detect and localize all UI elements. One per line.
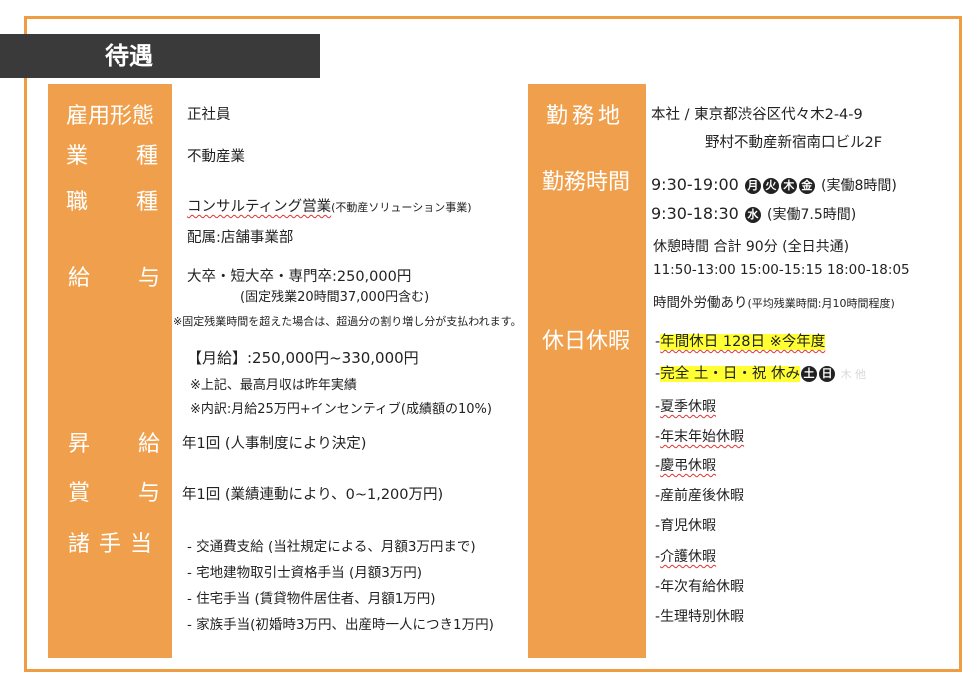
kyujitsu-item-text: 年末年始休暇 xyxy=(660,429,745,445)
line2-time: 9:30-18:30 xyxy=(651,204,739,223)
overtime-note: (平均残業時間:月10時間程度) xyxy=(747,297,895,310)
section-header: 待遇 xyxy=(0,34,320,78)
value-shokyu: 年1回 (人事制度により決定) xyxy=(182,436,367,452)
label-shoyo-b: 与 xyxy=(137,481,160,506)
label-teate: 諸手当 xyxy=(68,532,162,557)
teate-item: - 住宅手当 (賃貸物件居住者、月額1万円) xyxy=(187,591,436,607)
shokushu-sub: (不動産ソリューション事業) xyxy=(331,201,472,214)
day-badge: 水 xyxy=(744,206,761,223)
line2-note: (実働7.5時間) xyxy=(767,207,857,223)
day-badge: 土 xyxy=(800,366,817,382)
kyujitsu-item-text: 慶弔休暇 xyxy=(660,458,717,474)
kyujitsu-annual: -年間休日 128日 ※今年度 xyxy=(655,334,826,350)
day-badge: 火 xyxy=(762,177,779,194)
label-kyuyo-a: 給 xyxy=(68,266,91,291)
teate-item: - 家族手当(初婚時3万円、出産時一人につき1万円) xyxy=(187,617,494,633)
label-shokushu-b: 種 xyxy=(135,190,158,215)
day-badge: 金 xyxy=(798,177,815,194)
label-shokushu: 職 種 xyxy=(66,190,158,216)
value-koyo: 正社員 xyxy=(187,107,231,123)
overtime: 時間外労働あり(平均残業時間:月10時間程度) xyxy=(653,294,895,313)
left-label-column: 雇用形態 業 種 職 種 給 与 昇 給 賞 与 諸手当 xyxy=(48,84,172,658)
right-label-column: 勤務地 勤務時間 休日休暇 xyxy=(528,84,646,658)
kyujitsu-item: -年末年始休暇 xyxy=(655,429,745,445)
value-kyuyo-note: ※固定残業時間を超えた場合は、超過分の割り増し分が支払われます。 xyxy=(173,315,522,328)
ghost-text: 木 他 xyxy=(840,368,867,381)
kinmujikan-line1: 9:30-19:00 月火木金 (実働8時間) xyxy=(651,176,897,195)
label-gyoshu-a: 業 xyxy=(66,144,89,169)
label-shokyu: 昇 給 xyxy=(68,432,160,458)
day-badge: 日 xyxy=(818,366,835,382)
label-shokyu-a: 昇 xyxy=(68,432,91,457)
kyujitsu-item: -生理特別休暇 xyxy=(655,609,745,625)
value-shokushu: コンサルティング営業(不動産ソリューション事業) xyxy=(187,198,472,217)
kyujitsu-item: -夏季休暇 xyxy=(655,399,717,415)
teate-item: - 交通費支給 (当社規定による、月額3万円まで) xyxy=(187,539,476,555)
line1-time: 9:30-19:00 xyxy=(651,175,739,194)
value-gyoshu: 不動産業 xyxy=(187,149,245,165)
kyujitsu-item: -産前産後休暇 xyxy=(655,488,745,504)
day-badge: 木 xyxy=(780,177,797,194)
kinmujikan-line2: 9:30-18:30 水 (実働7.5時間) xyxy=(651,205,856,224)
value-kyuyo-monthly: 【月給】:250,000円~330,000円 xyxy=(187,349,419,367)
kyujitsu-full: -完全 土・日・祝 休み土日 木 他 xyxy=(655,366,867,382)
kyujitsu-item-text: 育児休暇 xyxy=(660,518,717,534)
value-kyuyo-max-note: ※上記、最高月収は昨年実績 xyxy=(190,378,357,393)
line1-note: (実働8時間) xyxy=(821,178,897,194)
label-kyuyo: 給 与 xyxy=(68,266,160,292)
kyujitsu-item: -介護休暇 xyxy=(655,549,717,565)
kyujitsu-item: -育児休暇 xyxy=(655,518,717,534)
label-kyuyo-b: 与 xyxy=(137,266,160,291)
value-shoyo: 年1回 (業績連動により、0~1,200万円) xyxy=(182,487,444,503)
overtime-text: 時間外労働あり xyxy=(653,295,748,311)
shokushu-main: コンサルティング営業 xyxy=(187,199,332,215)
kyujitsu-item: -慶弔休暇 xyxy=(655,458,717,474)
label-gyoshu-b: 種 xyxy=(135,144,158,169)
kyujitsu-item-text: 夏季休暇 xyxy=(660,399,717,415)
value-kinmuchi-line2: 野村不動産新宿南口ビル2F xyxy=(705,135,883,151)
label-gyoshu: 業 種 xyxy=(66,144,158,170)
teate-item: - 宅地建物取引士資格手当 (月額3万円) xyxy=(187,565,423,581)
day-badge: 月 xyxy=(744,177,761,194)
kyujitsu-item-text: 年次有給休暇 xyxy=(660,579,745,595)
value-kyuyo-breakdown: ※内訳:月給25万円+インセンティブ(成績額の10%) xyxy=(190,402,492,417)
kyujitsu-item-text: 産前産後休暇 xyxy=(660,488,745,504)
value-shokushu-dept: 配属:店舗事業部 xyxy=(187,230,294,246)
break-times: 11:50-13:00 15:00-15:15 18:00-18:05 xyxy=(653,262,910,278)
kyujitsu-item: -年次有給休暇 xyxy=(655,579,745,595)
label-kinmuchi: 勤務地 xyxy=(546,104,625,129)
full-weekends: 完全 土・日・祝 休み xyxy=(660,366,800,382)
label-kinmujikan: 勤務時間 xyxy=(542,170,631,195)
label-shoyo: 賞 与 xyxy=(68,481,160,507)
break-title: 休憩時間 合計 90分 (全日共通) xyxy=(653,239,850,255)
annual-holidays: 年間休日 128日 ※今年度 xyxy=(660,334,826,350)
kyujitsu-item-text: 介護休暇 xyxy=(660,549,717,565)
label-shoyo-a: 賞 xyxy=(68,481,91,506)
kyujitsu-item-text: 生理特別休暇 xyxy=(660,609,745,625)
value-kinmuchi-line1: 本社 / 東京都渋谷区代々木2-4-9 xyxy=(651,107,863,123)
label-shokyu-b: 給 xyxy=(137,432,160,457)
section-title: 待遇 xyxy=(105,42,153,70)
label-kyujitsu: 休日休暇 xyxy=(542,329,631,354)
label-koyo: 雇用形態 xyxy=(66,104,155,129)
label-shokushu-a: 職 xyxy=(66,190,89,215)
value-kyuyo-line1: 大卒・短大卒・専門卒:250,000円 xyxy=(187,269,412,285)
value-kyuyo-line2: (固定残業20時間37,000円含む) xyxy=(240,290,430,305)
